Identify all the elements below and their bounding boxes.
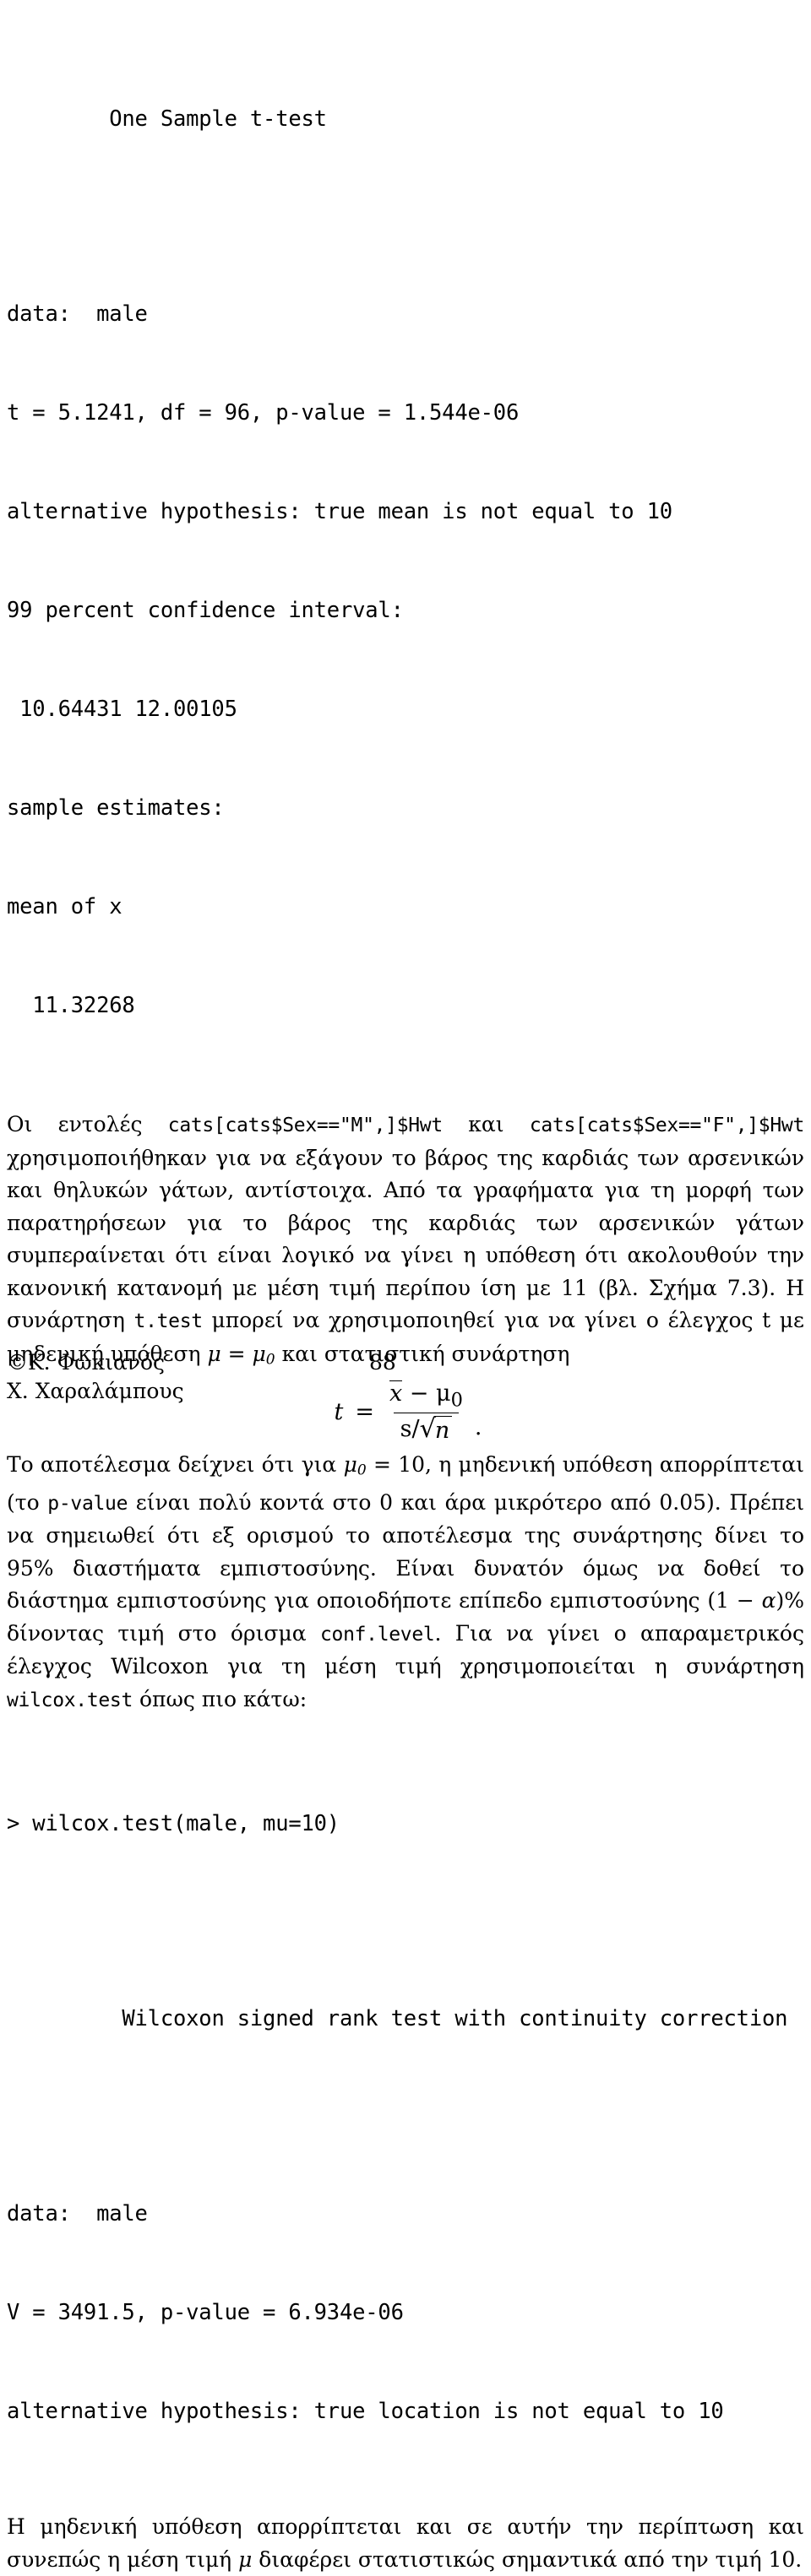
wilcox-command-line: > wilcox.test(male, mu=10) bbox=[7, 1811, 340, 1837]
document-page: One Sample t-test data: male t = 5.1241,… bbox=[0, 0, 811, 2572]
wilcox-output-block: Wilcoxon signed rank test with continuit… bbox=[7, 1937, 804, 2494]
ttest-line-estimates-label: sample estimates: bbox=[7, 795, 225, 821]
p2-math-mu0-sub: 0 bbox=[357, 1462, 367, 1479]
wilcox-command-block: > wilcox.test(male, mu=10) bbox=[7, 1742, 804, 1906]
ttest-title-indent bbox=[7, 106, 109, 132]
footer-author-primary: ©Κ. Φωκιανός bbox=[7, 1350, 166, 1375]
p1-code-male-subset: cats[cats$Sex=="M",]$Hwt bbox=[167, 1114, 443, 1136]
paragraph-commands-description: Οι εντολές cats[cats$Sex=="M",]$Hwt και … bbox=[7, 1109, 804, 1376]
p2-math-alpha: α bbox=[761, 1588, 776, 1613]
p2-seg6: όπως πιο κάτω: bbox=[133, 1686, 308, 1711]
ttest-output-block: One Sample t-test data: male t = 5.1241,… bbox=[7, 37, 804, 1088]
ttest-line-statistic: t = 5.1241, df = 96, p-value = 1.544e-06 bbox=[7, 400, 520, 426]
p1-seg1: Οι εντολές bbox=[7, 1112, 168, 1136]
formula-s: s bbox=[400, 1416, 412, 1443]
p2-code-wilcoxtest: wilcox.test bbox=[7, 1689, 133, 1711]
footer-row-second: Χ. Χαραλάμπους bbox=[7, 1377, 804, 1406]
p2-seg1: Το αποτέλεσμα δείχνει ότι για bbox=[7, 1451, 344, 1477]
p3-seg2: διαφέρει στατιστικώς σημαντικά από την τ… bbox=[252, 2546, 803, 2572]
p2-code-conflevel: conf.level bbox=[319, 1623, 435, 1646]
p1-seg2: και bbox=[442, 1112, 530, 1136]
ttest-line-ci-label: 99 percent confidence interval: bbox=[7, 598, 404, 623]
ttest-line-mean-label: mean of x bbox=[7, 894, 122, 919]
ttest-line-data: data: male bbox=[7, 301, 148, 327]
footer-author-secondary: Χ. Χαραλάμπους bbox=[7, 1379, 184, 1403]
footer-page-number: 88 bbox=[369, 1350, 396, 1375]
footer-row-first: ©Κ. Φωκιανός 88 bbox=[7, 1348, 804, 1377]
p2-math-mu0: μ0 bbox=[343, 1451, 367, 1479]
wilcox-title-indent bbox=[7, 2006, 122, 2031]
p1-code-ttest: t.test bbox=[133, 1310, 204, 1332]
ttest-line-mean-value: 11.32268 bbox=[7, 993, 135, 1018]
ttest-output-title: One Sample t-test bbox=[7, 103, 804, 136]
p2-seg4: δίνοντας τιμή στο όρισμα bbox=[7, 1620, 320, 1646]
wilcox-output-title: Wilcoxon signed rank test with continuit… bbox=[7, 2003, 804, 2036]
wilcox-line-statistic: V = 3491.5, p-value = 6.934e-06 bbox=[7, 2300, 404, 2326]
wilcox-line-alternative: alternative hypothesis: true location is… bbox=[7, 2399, 724, 2425]
formula-denominator: s/√ n bbox=[393, 1413, 460, 1444]
page-footer: ©Κ. Φωκιανός 88 Χ. Χαραλάμπους bbox=[7, 1348, 804, 1406]
ttest-line-alternative: alternative hypothesis: true mean is not… bbox=[7, 499, 672, 524]
p2-math-alpha-open: (1 − bbox=[707, 1588, 762, 1613]
paragraph-conclusion: Η μηδενική υπόθεση απορρίπτεται και σε α… bbox=[7, 2511, 804, 2576]
paragraph-results-description: Το αποτέλεσμα δείχνει ότι για μ0 = 10, η… bbox=[7, 1449, 804, 1717]
p2-math-alpha-close: )% bbox=[776, 1588, 804, 1613]
formula-sqrt: √ n bbox=[420, 1416, 453, 1444]
p2-code-pvalue: p-value bbox=[47, 1492, 128, 1515]
radical-icon: √ bbox=[419, 1414, 436, 1445]
p3-math-mu: μ bbox=[238, 2546, 253, 2572]
p2-math-mu0-base: μ bbox=[343, 1451, 357, 1477]
ttest-title-text: One Sample t-test bbox=[109, 106, 327, 132]
wilcox-line-data: data: male bbox=[7, 2201, 148, 2227]
formula-trailing-period: . bbox=[474, 1414, 482, 1441]
wilcox-title-text: Wilcoxon signed rank test with continuit… bbox=[122, 2006, 788, 2032]
p1-seg3: χρησιμοποιήθηκαν για να εξάγουν το βάρος… bbox=[7, 1145, 804, 1333]
formula-radicand: n bbox=[433, 1416, 453, 1444]
page-content: One Sample t-test data: male t = 5.1241,… bbox=[7, 0, 804, 2576]
formula-slash: / bbox=[411, 1416, 420, 1443]
ttest-line-ci-values: 10.64431 12.00105 bbox=[7, 697, 237, 722]
p1-code-female-subset: cats[cats$Sex=="F",]$Hwt bbox=[529, 1114, 804, 1136]
